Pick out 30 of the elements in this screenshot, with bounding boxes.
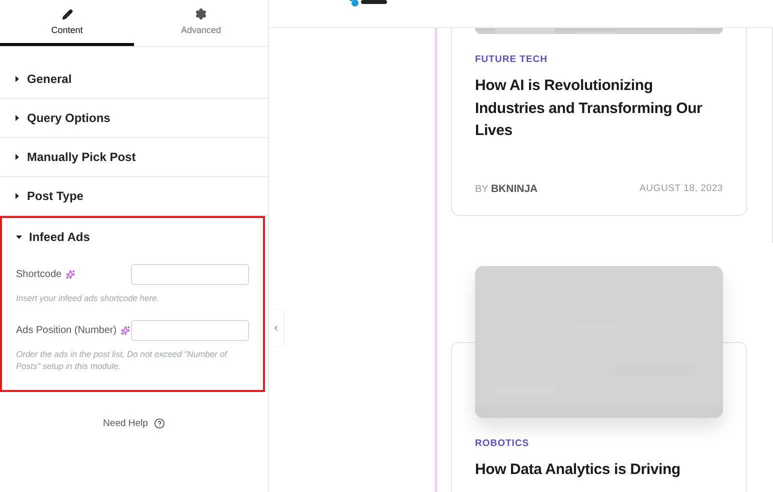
post-category[interactable]: FUTURE TECH	[475, 54, 723, 65]
caret-icon	[14, 76, 20, 82]
caret-icon	[14, 154, 20, 160]
section-header[interactable]: Infeed Ads	[2, 218, 263, 256]
caret-icon	[14, 115, 20, 121]
settings-icon	[195, 8, 207, 20]
caret-icon	[16, 234, 22, 240]
caret-icon	[14, 193, 20, 199]
help-icon[interactable]	[154, 418, 165, 429]
logo-drawing	[349, 0, 389, 9]
section-header[interactable]: Manually Pick Post	[0, 138, 268, 176]
post-title[interactable]: How Data Analytics is Driving	[475, 458, 723, 481]
input-field[interactable]	[131, 320, 249, 341]
field-label: Ads Position (Number)	[16, 325, 117, 336]
post-date: AUGUST 18, 2023	[639, 183, 723, 194]
section-header[interactable]: Post Type	[0, 177, 268, 215]
field-label: Shortcode	[16, 269, 62, 280]
post-title[interactable]: How AI is Revolutionizing Industries and Transforming Our Lives	[475, 75, 723, 142]
post-author: BY BKNINJA	[475, 182, 538, 194]
collapse-button[interactable]: ‹	[269, 310, 283, 346]
post-category[interactable]: ROBOTICS	[475, 438, 723, 448]
field-hint: Insert your infeed ads shortcode here.	[16, 292, 160, 304]
input-field[interactable]	[131, 264, 249, 285]
sparkle-icon	[120, 326, 130, 335]
section-header[interactable]: Query Options	[0, 99, 268, 137]
section-header[interactable]: General	[0, 60, 268, 98]
field-hint: Order the ads in the post list, Do not exceed "Number of Posts" setup in this module.	[16, 348, 228, 372]
sparkle-icon	[66, 270, 75, 279]
help-link[interactable]: Need Help	[103, 418, 148, 429]
pencil-icon	[62, 8, 72, 20]
